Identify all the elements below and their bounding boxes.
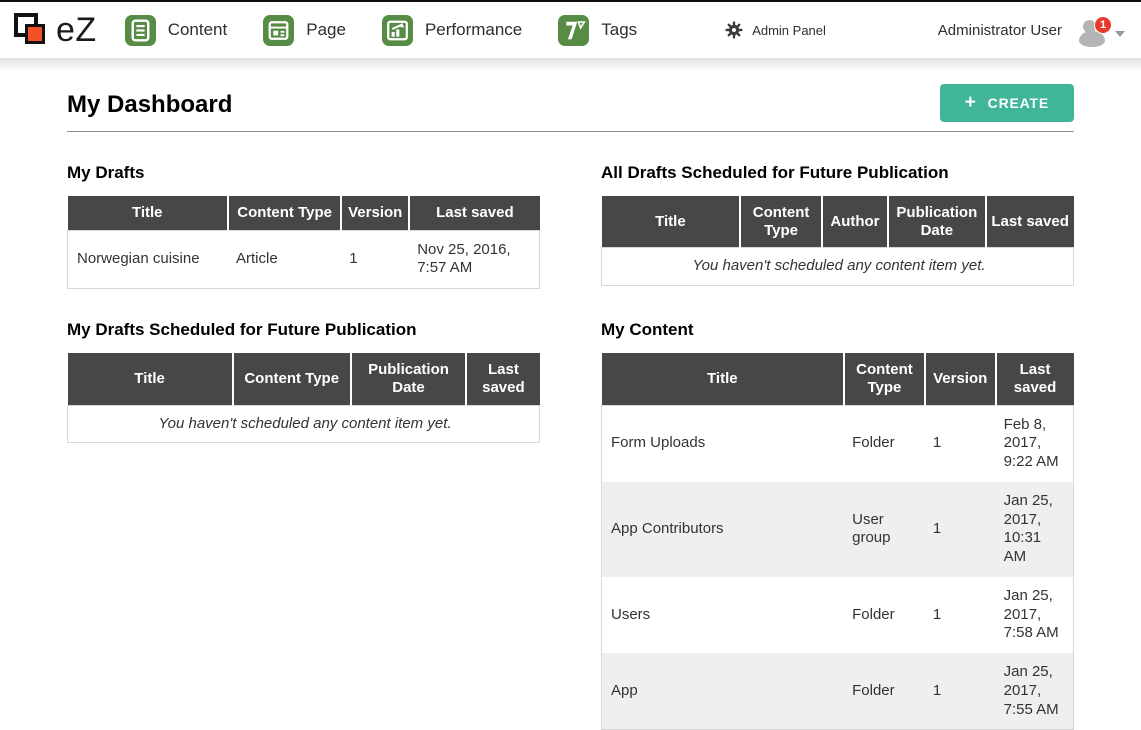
section-title-my-content: My Content [601,320,1074,340]
cell-version: 1 [925,653,996,730]
dashboard-page: My Dashboard + CREATE My Drafts Title Co… [67,84,1074,730]
empty-row: You haven't scheduled any content item y… [602,248,1074,286]
column-header: Title [68,196,228,230]
cell-last-saved: Jan 25, 2017, 10:31 AM [996,482,1074,577]
cell-title: App Contributors [602,482,845,577]
table-row[interactable]: Form Uploads Folder 1 Feb 8, 2017, 9:22 … [602,405,1074,482]
column-header: Content Type [844,353,925,405]
table-header-row: Title Content Type Version Last saved [602,353,1074,405]
nav-item-page[interactable]: Page [263,15,346,46]
ez-logo-text: eZ [56,11,97,50]
nav-label-content: Content [168,20,228,40]
plus-icon: + [965,96,977,110]
section-all-drafts-scheduled: All Drafts Scheduled for Future Publicat… [601,163,1074,289]
section-my-drafts: My Drafts Title Content Type Version Las… [67,163,540,289]
table-row[interactable]: App Folder 1 Jan 25, 2017, 7:55 AM [602,653,1074,730]
section-my-content: My Content Title Content Type Version La… [601,320,1074,730]
main-nav: Content Page [125,15,674,46]
logo-orange-square [25,24,45,44]
cell-last-saved: Jan 25, 2017, 7:55 AM [996,653,1074,730]
performance-icon [382,15,413,46]
cell-content-type: Folder [844,405,925,482]
cell-content-type: Article [228,230,341,289]
my-drafts-scheduled-table: Title Content Type Publication Date Last… [67,353,540,443]
cell-last-saved: Feb 8, 2017, 9:22 AM [996,405,1074,482]
column-header: Title [68,353,233,405]
nav-label-tags: Tags [601,20,637,40]
section-title-my-drafts: My Drafts [67,163,540,183]
avatar: 1 [1078,20,1108,47]
cell-title: App [602,653,845,730]
topbar-shadow [0,58,1141,72]
cell-version: 1 [925,577,996,653]
dashboard-grid: My Drafts Title Content Type Version Las… [67,132,1074,730]
cell-last-saved: Jan 25, 2017, 7:58 AM [996,577,1074,653]
column-header: Last saved [409,196,539,230]
page-icon [263,15,294,46]
column-header: Publication Date [351,353,467,405]
column-header: Version [341,196,409,230]
user-area: Administrator User 1 [938,14,1125,47]
table-header-row: Title Content Type Version Last saved [68,196,540,230]
table-header-row: Title Content Type Publication Date Last… [68,353,540,405]
empty-row: You haven't scheduled any content item y… [68,405,540,443]
column-header: Last saved [466,353,539,405]
content-icon [125,15,156,46]
gear-icon [725,21,743,39]
column-header: Title [602,353,845,405]
ez-logo-icon [12,11,50,49]
tags-icon [558,15,589,46]
admin-panel-button[interactable]: Admin Panel [725,21,826,39]
user-name: Administrator User [938,22,1062,39]
create-button-label: CREATE [988,95,1049,111]
cell-last-saved: Nov 25, 2016, 7:57 AM [409,230,539,289]
cell-version: 1 [925,405,996,482]
nav-label-performance: Performance [425,20,522,40]
column-header: Title [602,196,741,248]
column-header: Content Type [740,196,822,248]
nav-item-performance[interactable]: Performance [382,15,522,46]
column-header: Content Type [233,353,351,405]
nav-item-content[interactable]: Content [125,15,228,46]
table-header-row: Title Content Type Author Publication Da… [602,196,1074,248]
column-header: Version [925,353,996,405]
notification-badge[interactable]: 1 [1094,16,1112,34]
empty-message: You haven't scheduled any content item y… [68,405,540,443]
column-header: Last saved [996,353,1074,405]
admin-panel-label: Admin Panel [752,23,826,38]
page-title: My Dashboard [67,91,232,119]
cell-content-type: User group [844,482,925,577]
cell-title: Norwegian cuisine [68,230,228,289]
cell-content-type: Folder [844,653,925,730]
cell-title: Form Uploads [602,405,845,482]
page-header: My Dashboard + CREATE [67,84,1074,132]
cell-content-type: Folder [844,577,925,653]
chevron-down-icon [1115,31,1125,37]
my-drafts-table: Title Content Type Version Last saved No… [67,196,540,289]
column-header: Last saved [986,196,1074,248]
all-drafts-scheduled-table: Title Content Type Author Publication Da… [601,196,1074,286]
table-row[interactable]: Users Folder 1 Jan 25, 2017, 7:58 AM [602,577,1074,653]
empty-message: You haven't scheduled any content item y… [602,248,1074,286]
section-title-all-drafts-scheduled: All Drafts Scheduled for Future Publicat… [601,163,1074,183]
table-row[interactable]: App Contributors User group 1 Jan 25, 20… [602,482,1074,577]
nav-label-page: Page [306,20,346,40]
ez-logo[interactable]: eZ [12,11,97,50]
create-button[interactable]: + CREATE [940,84,1074,122]
table-row[interactable]: Norwegian cuisine Article 1 Nov 25, 2016… [68,230,540,289]
cell-version: 1 [341,230,409,289]
cell-version: 1 [925,482,996,577]
column-header: Author [822,196,888,248]
my-content-table: Title Content Type Version Last saved Fo… [601,353,1074,730]
column-header: Content Type [228,196,341,230]
nav-item-tags[interactable]: Tags [558,15,637,46]
top-navigation-bar: eZ Content [0,2,1141,58]
section-my-drafts-scheduled: My Drafts Scheduled for Future Publicati… [67,320,540,730]
section-title-my-drafts-scheduled: My Drafts Scheduled for Future Publicati… [67,320,540,340]
user-menu[interactable]: 1 [1078,14,1125,47]
cell-title: Users [602,577,845,653]
column-header: Publication Date [888,196,986,248]
